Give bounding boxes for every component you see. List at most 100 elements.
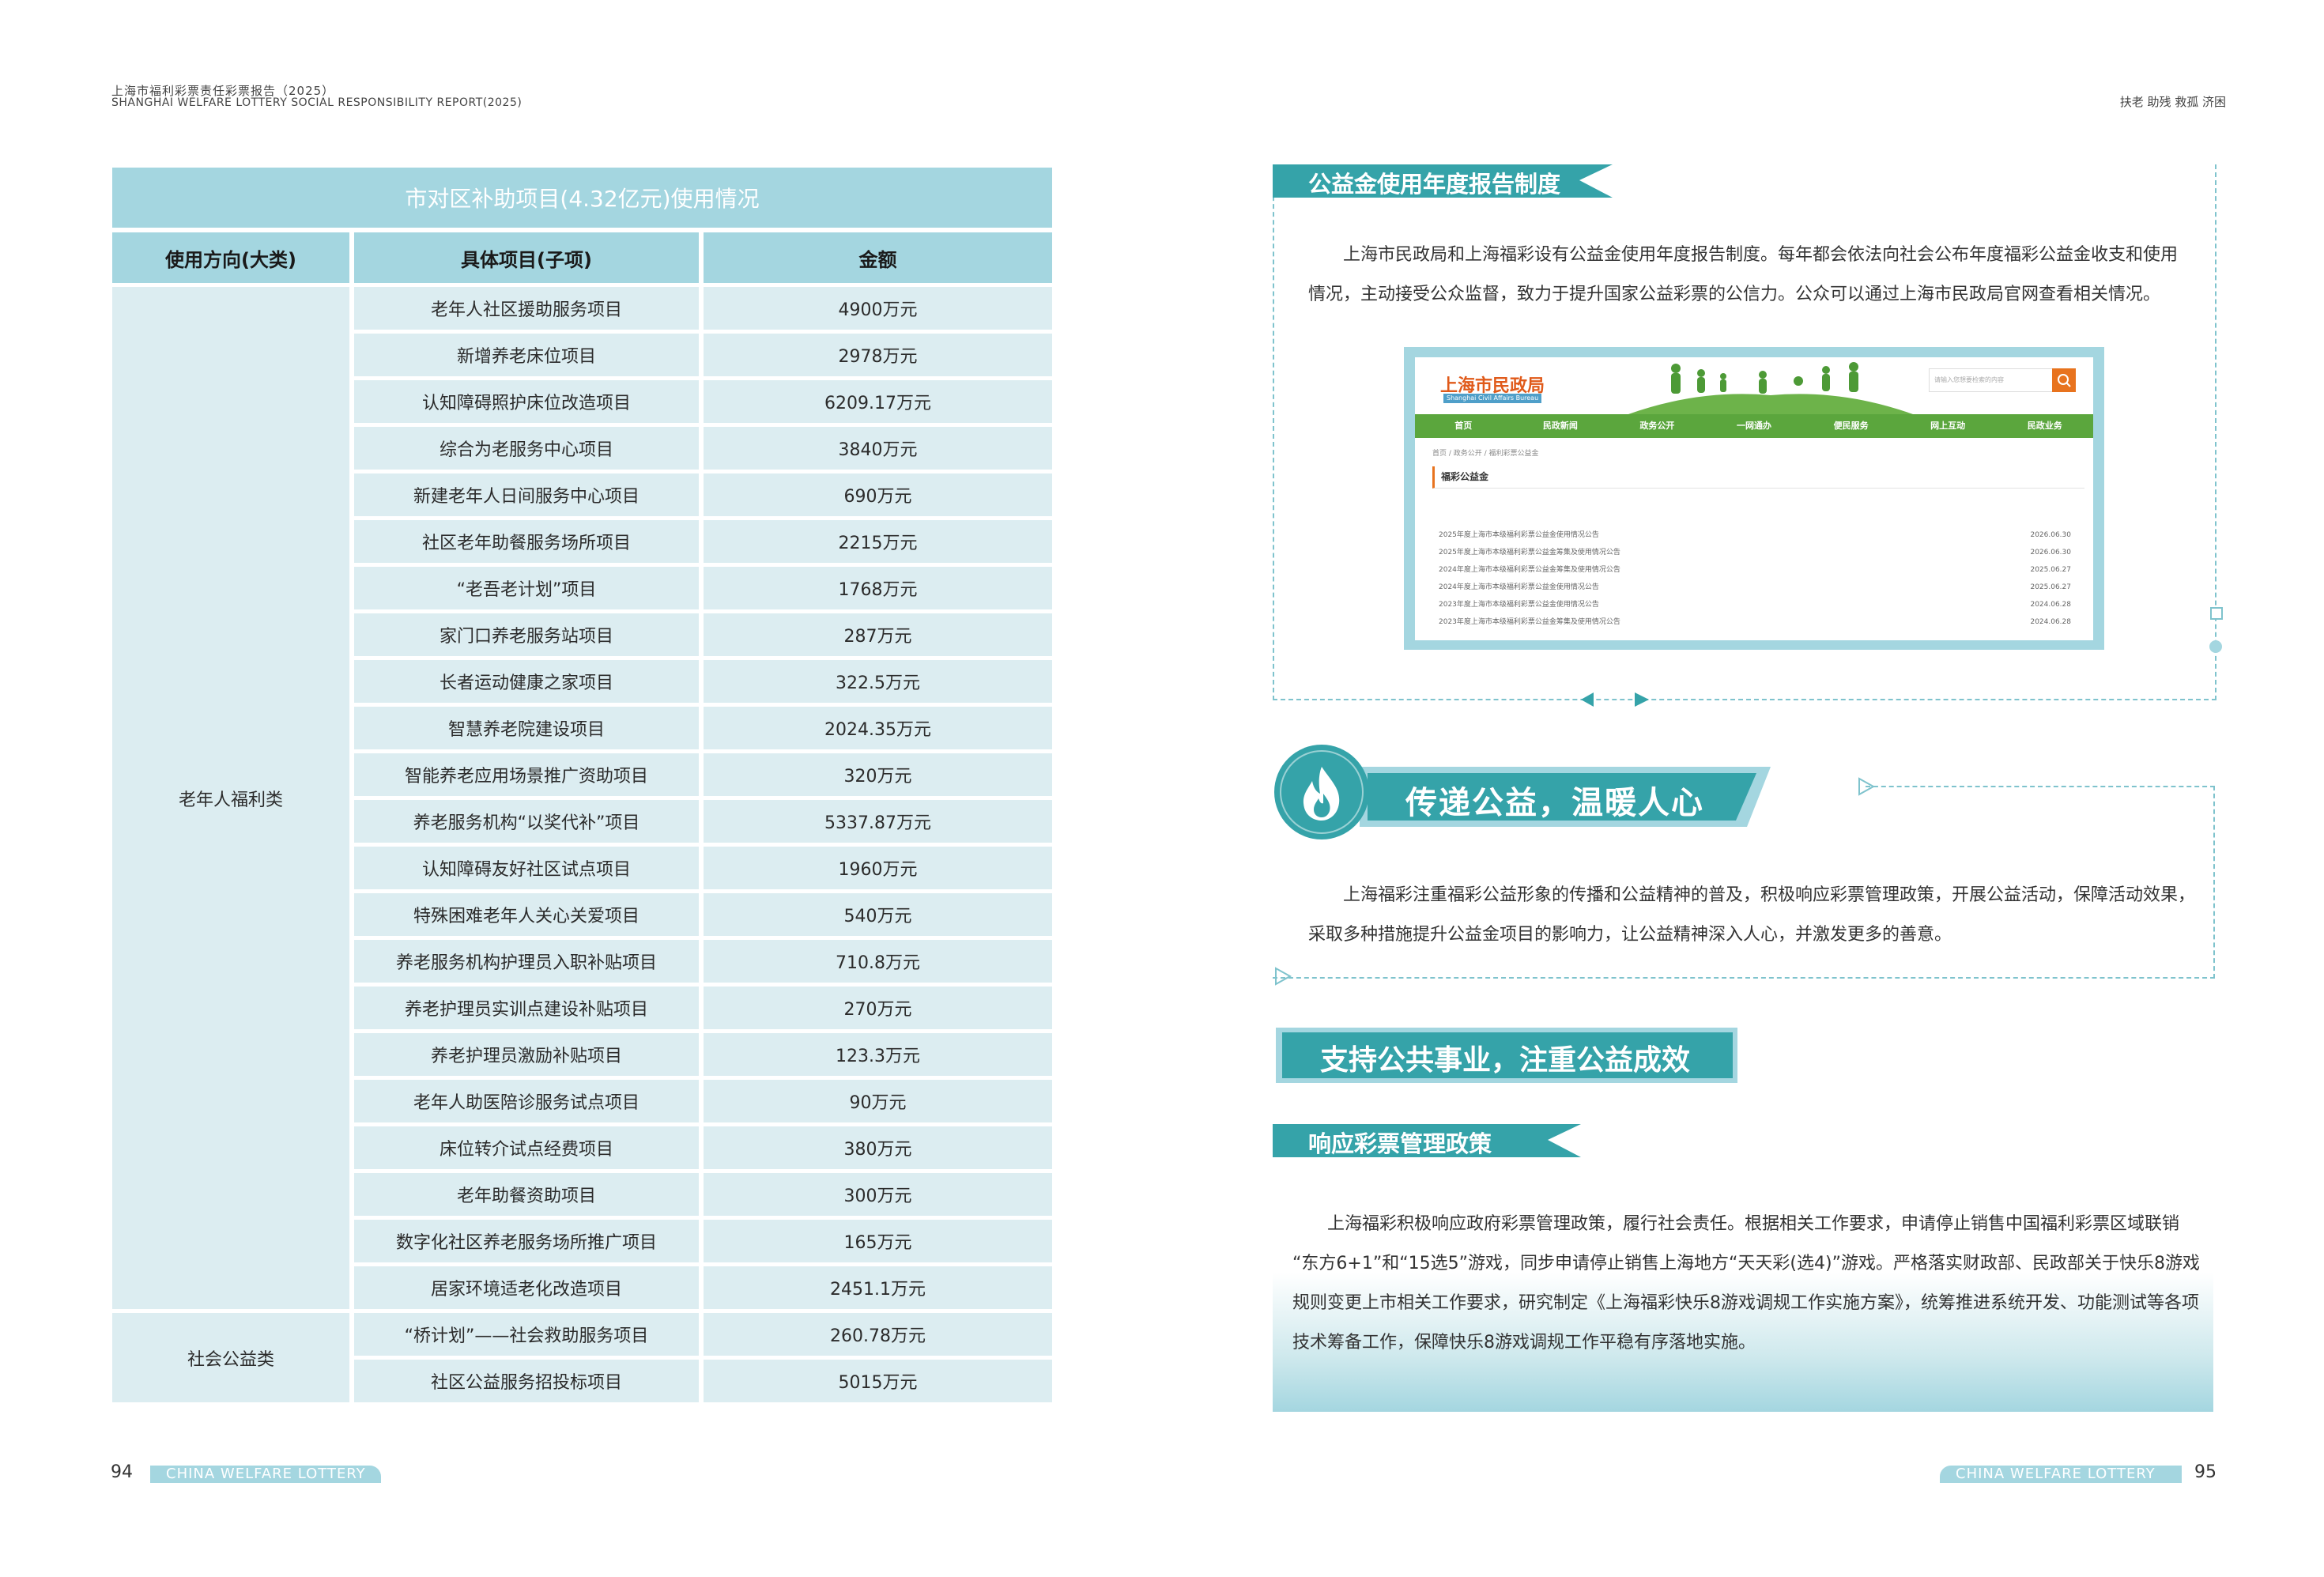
website-notice-date: 2025.06.27	[2030, 566, 2071, 574]
amount-cell: 123.3万元	[704, 1033, 1052, 1076]
section1-arrows	[1581, 692, 1649, 707]
report-title-en: SHANGHAI WELFARE LOTTERY SOCIAL RESPONSI…	[111, 96, 523, 109]
website-notice-item[interactable]: 2025年度上海市本级福利彩票公益金使用情况公告 2026.06.30	[1439, 526, 2071, 544]
website-search-button[interactable]	[2052, 368, 2076, 392]
project-cell: “桥计划”——社会救助服务项目	[354, 1313, 699, 1356]
amount-cell: 287万元	[704, 613, 1052, 656]
amount-cell: 2978万元	[704, 334, 1052, 376]
amount-cell: 1960万元	[704, 847, 1052, 889]
amount-cell: 1768万元	[704, 567, 1052, 609]
website-notice-item[interactable]: 2023年度上海市本级福利彩票公益金筹集及使用情况公告 2024.06.28	[1439, 613, 2071, 631]
section1-title: 公益金使用年度报告制度	[1308, 171, 1561, 198]
header-slogan: 扶老 助残 救孤 济困	[2119, 95, 2226, 109]
play-marker-icon	[1858, 777, 1876, 796]
website-notice-date: 2026.06.30	[2030, 549, 2071, 556]
table-header-row: 使用方向(大类) 具体项目(子项) 金额	[112, 232, 1052, 283]
project-cell: 老年助餐资助项目	[354, 1173, 699, 1216]
section2-line-2: 采取多种措施提升公益金项目的影响力，让公益精神深入人心，并激发更多的善意。	[1308, 925, 1952, 945]
project-cell: 养老护理员激励补贴项目	[354, 1033, 699, 1076]
amount-cell: 320万元	[704, 753, 1052, 796]
project-cell: 智慧养老院建设项目	[354, 707, 699, 749]
website-notice-date: 2024.06.28	[2030, 601, 2071, 609]
amount-cell: 6209.17万元	[704, 380, 1052, 423]
website-notice-title[interactable]: 2024年度上海市本级福利彩票公益金筹集及使用情况公告	[1439, 561, 1620, 579]
header-amount: 金额	[704, 232, 1052, 283]
project-cell: 特殊困难老年人关心关爱项目	[354, 893, 699, 936]
project-cell: 养老服务机构“以奖代补”项目	[354, 800, 699, 843]
amount-cell: 165万元	[704, 1220, 1052, 1262]
project-cell: 新建老年人日间服务中心项目	[354, 473, 699, 516]
section3-title: 支持公共事业，注重公益成效	[1320, 1044, 1691, 1077]
footer-bar-right: CHINA WELFARE LOTTERY	[1940, 1466, 2182, 1483]
section3-paragraph: 上海福彩积极响应政府彩票管理政策，履行社会责任。根据相关工作要求，申请停止销售中…	[1292, 1205, 2209, 1363]
amount-cell: 322.5万元	[704, 660, 1052, 703]
amount-cell: 2024.35万元	[704, 707, 1052, 749]
amount-cell: 3840万元	[704, 427, 1052, 470]
search-icon	[2058, 374, 2071, 387]
website-notice-title[interactable]: 2025年度上海市本级福利彩票公益金筹集及使用情况公告	[1439, 544, 1620, 561]
project-cell: 认知障碍友好社区试点项目	[354, 847, 699, 889]
project-cell: 数字化社区养老服务场所推广项目	[354, 1220, 699, 1262]
header-project: 具体项目(子项)	[354, 232, 699, 283]
amount-cell: 540万元	[704, 893, 1052, 936]
section1-paragraph: 上海市民政局和上海福彩设有公益金使用年度报告制度。每年都会依法向社会公布年度福彩…	[1308, 236, 2201, 315]
amount-cell: 260.78万元	[704, 1313, 1052, 1356]
section3-line-4: 技术筹备工作，保障快乐8游戏调规工作平稳有序落地实施。	[1292, 1333, 1756, 1353]
table-row: 社会公益类 “桥计划”——社会救助服务项目 260.78万元	[112, 1313, 1052, 1402]
website-nav-item[interactable]: 首页	[1415, 414, 1512, 438]
website-notice-item[interactable]: 2024年度上海市本级福利彩票公益金筹集及使用情况公告 2025.06.27	[1439, 561, 2071, 579]
website-nav-item[interactable]: 便民服务	[1802, 414, 1900, 438]
project-cell: “老吾老计划”项目	[354, 567, 699, 609]
section3-line-2: “东方6+1”和“15选5”游戏，同步申请停止销售上海地方“天天彩(选4)”游戏…	[1292, 1254, 2200, 1273]
website-nav: 首页 民政新闻 政务公开 一网通办 便民服务 网上互动 民政业务	[1415, 414, 2093, 438]
corner-square-marker	[2210, 607, 2223, 620]
section3-line-3: 规则变更上市相关工作要求，研究制定《上海福彩快乐8游戏调规工作实施方案》，统筹推…	[1292, 1293, 2200, 1313]
website-notice-item[interactable]: 2023年度上海市本级福利彩票公益金使用情况公告 2024.06.28	[1439, 596, 2071, 613]
amount-cell: 300万元	[704, 1173, 1052, 1216]
project-cell: 居家环境适老化改造项目	[354, 1266, 699, 1309]
website-notice-item[interactable]: 2024年度上海市本级福利彩票公益金使用情况公告 2025.06.27	[1439, 579, 2071, 596]
project-cell: 认知障碍照护床位改造项目	[354, 380, 699, 423]
footer-bar-left: CHINA WELFARE LOTTERY	[150, 1466, 381, 1483]
website-notice-date: 2025.06.27	[2030, 583, 2071, 591]
project-cell: 床位转介试点经费项目	[354, 1126, 699, 1169]
amount-cell: 2451.1万元	[704, 1266, 1052, 1309]
website-notice-item[interactable]: 2025年度上海市本级福利彩票公益金筹集及使用情况公告 2026.06.30	[1439, 544, 2071, 561]
website-search-input[interactable]: 请输入您想要检索的内容	[1929, 368, 2055, 392]
table-row: 老年人福利类 老年人社区援助服务项目 4900万元	[112, 287, 1052, 1309]
amount-cell: 710.8万元	[704, 940, 1052, 983]
website-nav-item[interactable]: 民政业务	[1996, 414, 2093, 438]
website-nav-item[interactable]: 政务公开	[1609, 414, 1706, 438]
project-cell: 养老服务机构护理员入职补贴项目	[354, 940, 699, 983]
section3-sub-title: 响应彩票管理政策	[1308, 1130, 1492, 1157]
page-number-right: 95	[2194, 1462, 2216, 1482]
section3-line-1: 上海福彩积极响应政府彩票管理政策，履行社会责任。根据相关工作要求，申请停止销售中…	[1327, 1214, 2180, 1234]
website-logo-en: Shanghai Civil Affairs Bureau	[1443, 394, 1541, 403]
website-notice-date: 2024.06.28	[2030, 618, 2071, 626]
website-notice-list: 2025年度上海市本级福利彩票公益金使用情况公告 2026.06.30 2025年度…	[1439, 526, 2071, 631]
project-cell: 家门口养老服务站项目	[354, 613, 699, 656]
website-screenshot: 上海市民政局 Shanghai Civil Affairs Bureau 请输入…	[1415, 357, 2093, 640]
section2-line-1: 上海福彩注重福彩公益形象的传播和公益精神的普及，积极响应彩票管理政策，开展公益活…	[1343, 885, 2196, 905]
website-notice-title[interactable]: 2025年度上海市本级福利彩票公益金使用情况公告	[1439, 526, 1599, 544]
project-cell: 社区公益服务招投标项目	[354, 1360, 699, 1402]
website-notice-title[interactable]: 2023年度上海市本级福利彩票公益金使用情况公告	[1439, 596, 1599, 613]
project-cell: 社区老年助餐服务场所项目	[354, 520, 699, 563]
website-nav-item[interactable]: 民政新闻	[1512, 414, 1609, 438]
website-breadcrumb: 首页 / 政务公开 / 福利彩票公益金	[1432, 450, 1539, 458]
funding-grid: 使用方向(大类) 具体项目(子项) 金额 老年人福利类 老年人社区援助服务项目 49…	[108, 228, 1057, 1406]
section2-title: 传递公益，温暖人心	[1405, 785, 1704, 821]
website-notice-title[interactable]: 2023年度上海市本级福利彩票公益金筹集及使用情况公告	[1439, 613, 1620, 631]
play-marker-icon	[1275, 967, 1292, 986]
project-cell: 老年人社区援助服务项目	[354, 287, 699, 330]
website-nav-item[interactable]: 一网通办	[1706, 414, 1803, 438]
website-nav-item[interactable]: 网上互动	[1900, 414, 1997, 438]
website-notice-title[interactable]: 2024年度上海市本级福利彩票公益金使用情况公告	[1439, 579, 1599, 596]
project-cell: 养老护理员实训点建设补贴项目	[354, 987, 699, 1029]
amount-cell: 270万元	[704, 987, 1052, 1029]
funding-table: 市对区补助项目(4.32亿元)使用情况 使用方向(大类) 具体项目(子项) 金额…	[112, 168, 1052, 1412]
amount-cell: 90万元	[704, 1080, 1052, 1122]
project-cell: 老年人助医陪诊服务试点项目	[354, 1080, 699, 1122]
section1-line-1: 上海市民政局和上海福彩设有公益金使用年度报告制度。每年都会依法向社会公布年度福彩…	[1343, 245, 2179, 265]
flame-icon	[1303, 767, 1340, 821]
